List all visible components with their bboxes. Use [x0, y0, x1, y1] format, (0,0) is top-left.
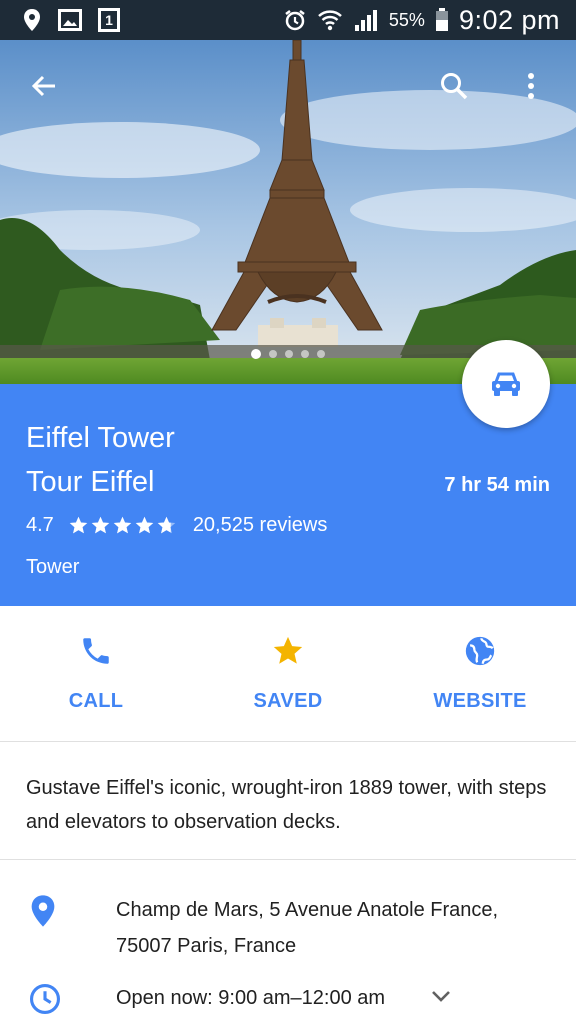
rating-value: 4.7 [26, 514, 54, 536]
status-bar: 1 55% 9:02 pm [0, 0, 576, 40]
signal-icon [353, 8, 379, 32]
photo-pager-dot[interactable] [317, 350, 325, 358]
sim-badge: 1 [105, 12, 113, 28]
address-line-2: 75007 Paris, France [116, 935, 297, 957]
globe-icon [465, 636, 495, 666]
clock-time: 9:02 pm [458, 4, 560, 35]
website-button[interactable]: WEBSITE [384, 606, 576, 741]
clock-icon [28, 982, 62, 1021]
place-description: Gustave Eiffel's iconic, wrought-iron 18… [0, 743, 576, 860]
gallery-icon [58, 9, 82, 31]
more-vertical-icon [528, 73, 534, 99]
place-local-name: Tour Eiffel [26, 466, 155, 498]
sim-card-icon: 1 [98, 8, 120, 32]
place-category: Tower [26, 556, 80, 578]
rating-stars [68, 515, 177, 536]
photo-pager-dot[interactable] [269, 350, 277, 358]
star-icon [157, 516, 176, 534]
alarm-icon [283, 8, 307, 32]
directions-button[interactable] [462, 340, 550, 428]
saved-label: SAVED [253, 690, 323, 712]
address-row[interactable]: Champ de Mars, 5 Avenue Anatole France, … [0, 890, 576, 970]
battery-icon [435, 8, 449, 32]
address-line-1: Champ de Mars, 5 Avenue Anatole France, [116, 899, 499, 921]
call-label: CALL [68, 690, 124, 712]
arrow-left-icon [31, 75, 55, 97]
photo-pager-dot[interactable] [251, 349, 261, 359]
photo-pager-dot[interactable] [285, 350, 293, 358]
location-pin-icon [28, 894, 58, 933]
drive-time: 7 hr 54 min [444, 474, 550, 496]
saved-button[interactable]: SAVED [192, 606, 384, 741]
star-icon [91, 516, 110, 534]
back-button[interactable] [20, 62, 68, 110]
star-icon [113, 516, 132, 534]
location-pin-icon [22, 8, 42, 32]
place-name: Eiffel Tower [26, 422, 175, 454]
chevron-down-icon[interactable] [430, 988, 452, 1009]
call-button[interactable]: CALL [0, 606, 192, 741]
search-button[interactable] [430, 62, 478, 110]
battery-percentage: 55% [388, 9, 425, 30]
photo-pager-dot[interactable] [301, 350, 309, 358]
car-icon [492, 372, 520, 396]
rating-row[interactable]: 4.7 20,525 reviews [26, 514, 327, 537]
search-icon [441, 73, 468, 100]
review-count: 20,525 reviews [192, 514, 328, 536]
opening-hours: Open now: 9:00 am–12:00 am [116, 987, 386, 1009]
eiffel-tower-photo [0, 40, 576, 384]
hours-row[interactable]: Open now: 9:00 am–12:00 am [0, 980, 576, 1024]
wifi-icon [317, 8, 343, 32]
more-options-button[interactable] [507, 62, 555, 110]
website-label: WEBSITE [433, 690, 527, 712]
phone-icon [83, 638, 109, 664]
star-icon [273, 636, 303, 664]
action-bar: CALL SAVED WEBSITE [0, 606, 576, 742]
star-icon [135, 516, 154, 534]
place-photo[interactable] [0, 40, 576, 384]
star-icon [69, 516, 88, 534]
